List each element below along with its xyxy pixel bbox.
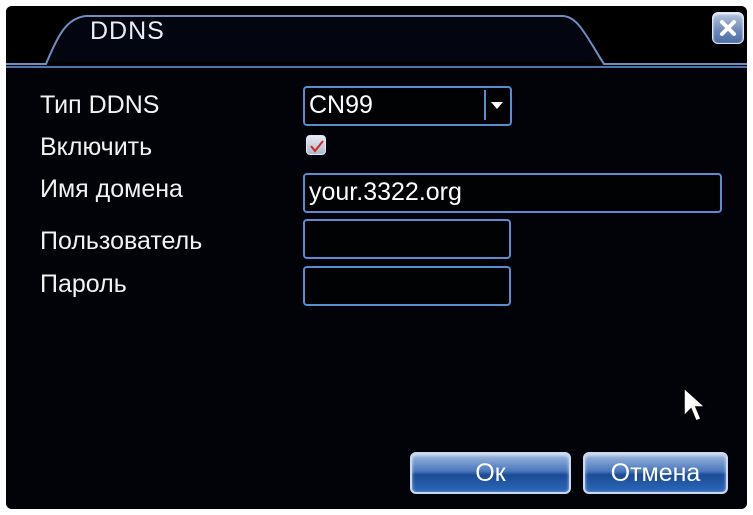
ddns-type-select[interactable]: CN99 [303,86,512,126]
window-title: DDNS [90,17,165,45]
enable-checkbox[interactable] [306,135,326,155]
enable-label: Включить [40,133,153,161]
cancel-button[interactable]: Отмена [583,452,728,494]
dialog-frame: DDNS Тип DDNS CN99 Включить Имя домена y… [6,6,747,509]
checkmark-icon [310,140,324,153]
password-label: Пароль [40,270,127,298]
user-input[interactable] [303,219,511,259]
user-label: Пользователь [40,227,203,255]
ddns-type-value: CN99 [309,91,373,119]
mouse-cursor-icon [683,386,707,422]
close-button[interactable] [712,12,744,44]
domain-label: Имя домена [40,175,183,203]
ddns-dialog: DDNS Тип DDNS CN99 Включить Имя домена y… [0,0,753,515]
close-icon [720,20,736,36]
domain-input[interactable]: your.3322.org [303,173,722,213]
title-bar: DDNS [6,6,747,65]
chevron-down-icon[interactable] [484,90,508,120]
password-input[interactable] [303,266,511,306]
domain-value: your.3322.org [309,178,462,206]
ok-button[interactable]: Ок [410,452,571,494]
ddns-type-label: Тип DDNS [40,91,160,119]
